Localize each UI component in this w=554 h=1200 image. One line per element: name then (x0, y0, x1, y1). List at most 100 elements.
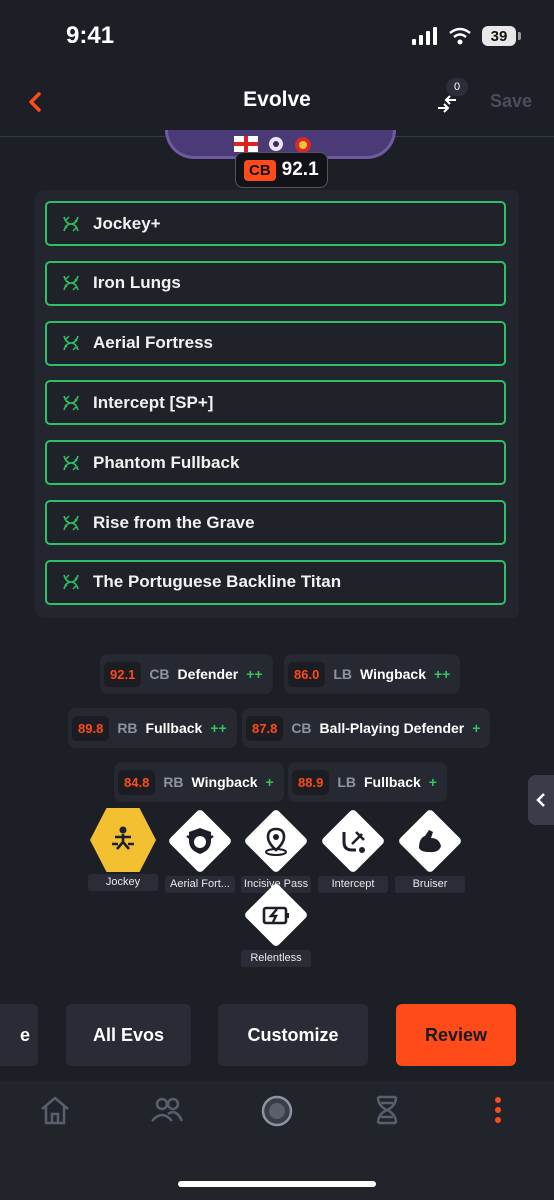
swap-arrows-icon (438, 95, 456, 113)
compare-count-badge: 0 (446, 78, 468, 96)
tab-more[interactable] (492, 1094, 504, 1131)
evolution-item[interactable]: Iron Lungs (45, 260, 506, 306)
role-chip[interactable]: 87.8 CB Ball-Playing Defender + (242, 708, 491, 748)
evolution-item-label: The Portuguese Backline Titan (93, 572, 342, 592)
relentless-icon (241, 900, 311, 930)
playstyle-label: Jockey (88, 874, 158, 891)
role-name: Fullback (363, 774, 421, 790)
playstyle-label: Intercept (318, 876, 388, 893)
intercept-icon (318, 826, 388, 856)
position-rating: 92.1 (281, 159, 319, 180)
role-name: Ball-Playing Defender (319, 720, 465, 736)
evolution-item-label: Intercept [SP+] (93, 392, 214, 412)
home-icon (41, 1096, 69, 1125)
role-name: Defender (177, 666, 239, 682)
role-rating: 84.8 (118, 769, 156, 795)
dna-icon (63, 335, 79, 351)
evolution-item-label: Jockey+ (93, 213, 161, 233)
role-position: LB (337, 774, 356, 790)
aerial-fortress-icon (165, 826, 235, 856)
playstyle-intercept[interactable]: Intercept (318, 808, 388, 893)
more-icon (495, 1097, 501, 1123)
role-position: RB (117, 720, 138, 736)
dna-icon (63, 574, 79, 590)
role-rating: 86.0 (288, 661, 326, 687)
role-position: LB (333, 666, 352, 682)
jockey-icon (88, 824, 158, 854)
compare-button[interactable] (434, 94, 460, 119)
dna-icon (63, 515, 79, 530)
side-drawer-toggle[interactable] (528, 775, 554, 825)
signal-icon (412, 27, 437, 45)
role-name: Wingback (191, 774, 258, 790)
role-plus: + (472, 720, 481, 736)
playstyle-incisive-pass[interactable]: Incisive Pass (241, 808, 311, 893)
role-name: Wingback (359, 666, 426, 682)
evolution-item[interactable]: The Portuguese Backline Titan (45, 559, 506, 605)
evolution-item[interactable]: Intercept [SP+] (45, 380, 506, 426)
playstyle-aerial-fortress[interactable]: Aerial Fort... (165, 808, 235, 893)
evolution-icon (376, 1095, 398, 1125)
playstyle-label: Relentless (241, 950, 311, 967)
evolution-item-label: Phantom Fullback (93, 452, 240, 472)
evolution-item-label: Aerial Fortress (93, 333, 213, 353)
wifi-icon (449, 27, 471, 45)
evolution-item-label: Iron Lungs (93, 273, 181, 293)
review-button[interactable]: Review (396, 1004, 516, 1066)
evolution-item[interactable]: Rise from the Grave (45, 500, 506, 545)
evolution-item[interactable]: Aerial Fortress (45, 320, 506, 366)
position-tag: CB (244, 159, 276, 181)
tab-home[interactable] (38, 1094, 72, 1131)
bruiser-icon (395, 826, 465, 856)
battery-icon: 39 (482, 26, 521, 46)
role-rating: 88.9 (292, 769, 330, 795)
playstyle-label: Bruiser (395, 876, 465, 893)
playstyle-jockey[interactable]: Jockey (88, 808, 158, 891)
role-plus: + (428, 774, 437, 790)
role-plus: ++ (210, 720, 227, 736)
chevron-left-icon (536, 793, 545, 807)
england-flag-icon (234, 136, 258, 152)
position-rating-badge: CB 92.1 (235, 152, 328, 188)
tab-friends[interactable] (150, 1094, 184, 1129)
role-chip[interactable]: 88.9 LB Fullback + (288, 762, 447, 802)
playstyle-bruiser[interactable]: Bruiser (395, 808, 465, 893)
role-position: CB (149, 666, 170, 682)
club-icon (261, 1095, 293, 1127)
evolution-item-label: Rise from the Grave (93, 512, 255, 532)
playstyle-label: Aerial Fort... (165, 876, 235, 893)
save-button[interactable]: Save (490, 91, 532, 112)
incisive-pass-icon (241, 826, 311, 856)
role-rating: 89.8 (72, 715, 110, 741)
role-plus: ++ (246, 666, 263, 682)
customize-button[interactable]: Customize (218, 1004, 368, 1066)
role-position: RB (163, 774, 184, 790)
role-rating: 87.8 (246, 715, 284, 741)
role-position: CB (291, 720, 312, 736)
friends-icon (151, 1097, 184, 1122)
evolution-item[interactable]: Jockey+ (45, 201, 506, 246)
evolution-item[interactable]: Phantom Fullback (45, 440, 506, 486)
role-rating: 92.1 (104, 661, 142, 687)
all-evos-button[interactable]: All Evos (66, 1004, 191, 1066)
dna-icon (63, 455, 79, 471)
role-plus: + (265, 774, 274, 790)
role-chip[interactable]: 92.1 CB Defender ++ (100, 654, 273, 694)
page-title: Evolve (243, 88, 311, 111)
role-chip[interactable]: 86.0 LB Wingback ++ (284, 654, 461, 694)
dna-icon (63, 216, 79, 231)
dna-icon (63, 275, 79, 291)
role-plus: ++ (433, 666, 451, 682)
tab-evolution[interactable] (374, 1094, 400, 1131)
dna-icon (63, 395, 79, 411)
home-indicator (178, 1181, 376, 1187)
status-time: 9:41 (66, 22, 115, 49)
role-chip[interactable]: 84.8 RB Wingback + (114, 762, 284, 802)
role-chip[interactable]: 89.8 RB Fullback ++ (68, 708, 237, 748)
tab-club[interactable] (260, 1094, 294, 1133)
playstyle-relentless[interactable]: Relentless (241, 882, 311, 967)
role-name: Fullback (145, 720, 203, 736)
status-icons: 39 (412, 26, 521, 46)
league-logo-icon (269, 137, 283, 151)
partial-button[interactable]: e (0, 1004, 38, 1066)
